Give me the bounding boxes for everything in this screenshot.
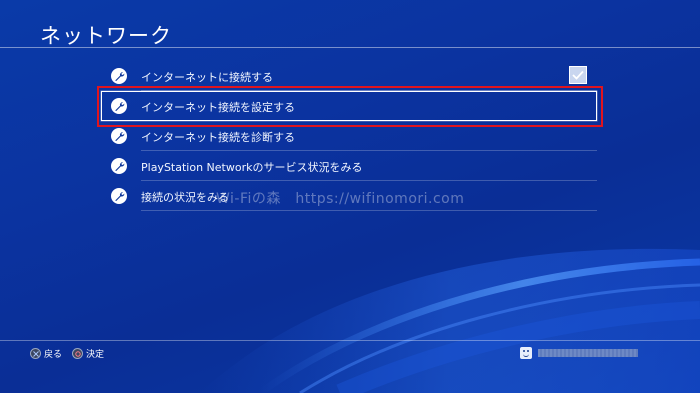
- user-avatar-icon: [520, 347, 532, 359]
- wrench-icon: [111, 158, 127, 174]
- checkmark-icon: [572, 70, 584, 80]
- user-name-redacted: [538, 349, 638, 357]
- confirm-hint[interactable]: 決定: [86, 347, 104, 360]
- annotation-highlight-box: [97, 86, 603, 127]
- menu-item-psn-status[interactable]: PlayStation Networkのサービス状況をみる: [101, 151, 597, 181]
- wrench-icon: [111, 128, 127, 144]
- header-divider: [0, 47, 700, 48]
- wrench-icon: [111, 188, 127, 204]
- ps4-network-screen: ネットワーク インターネットに接続する インターネット接続を設定する インターネ…: [0, 0, 700, 393]
- footer-divider: [0, 340, 700, 341]
- back-hint[interactable]: 戻る: [44, 347, 62, 360]
- menu-item-label: PlayStation Networkのサービス状況をみる: [141, 161, 363, 174]
- wrench-icon: [111, 68, 127, 84]
- menu-item-label: インターネットに接続する: [141, 71, 273, 84]
- watermark-text: Wi-Fiの森 https://wifinomori.com: [216, 191, 465, 207]
- cross-button-icon: [30, 348, 41, 359]
- page-title: ネットワーク: [40, 24, 172, 48]
- menu-separator: [141, 210, 597, 211]
- circle-button-icon: [72, 348, 84, 359]
- menu-item-label: インターネット接続を診断する: [141, 131, 295, 144]
- button-hints: 戻る 決定: [30, 347, 114, 360]
- connect-checkbox[interactable]: [569, 66, 587, 84]
- user-status: [520, 347, 638, 359]
